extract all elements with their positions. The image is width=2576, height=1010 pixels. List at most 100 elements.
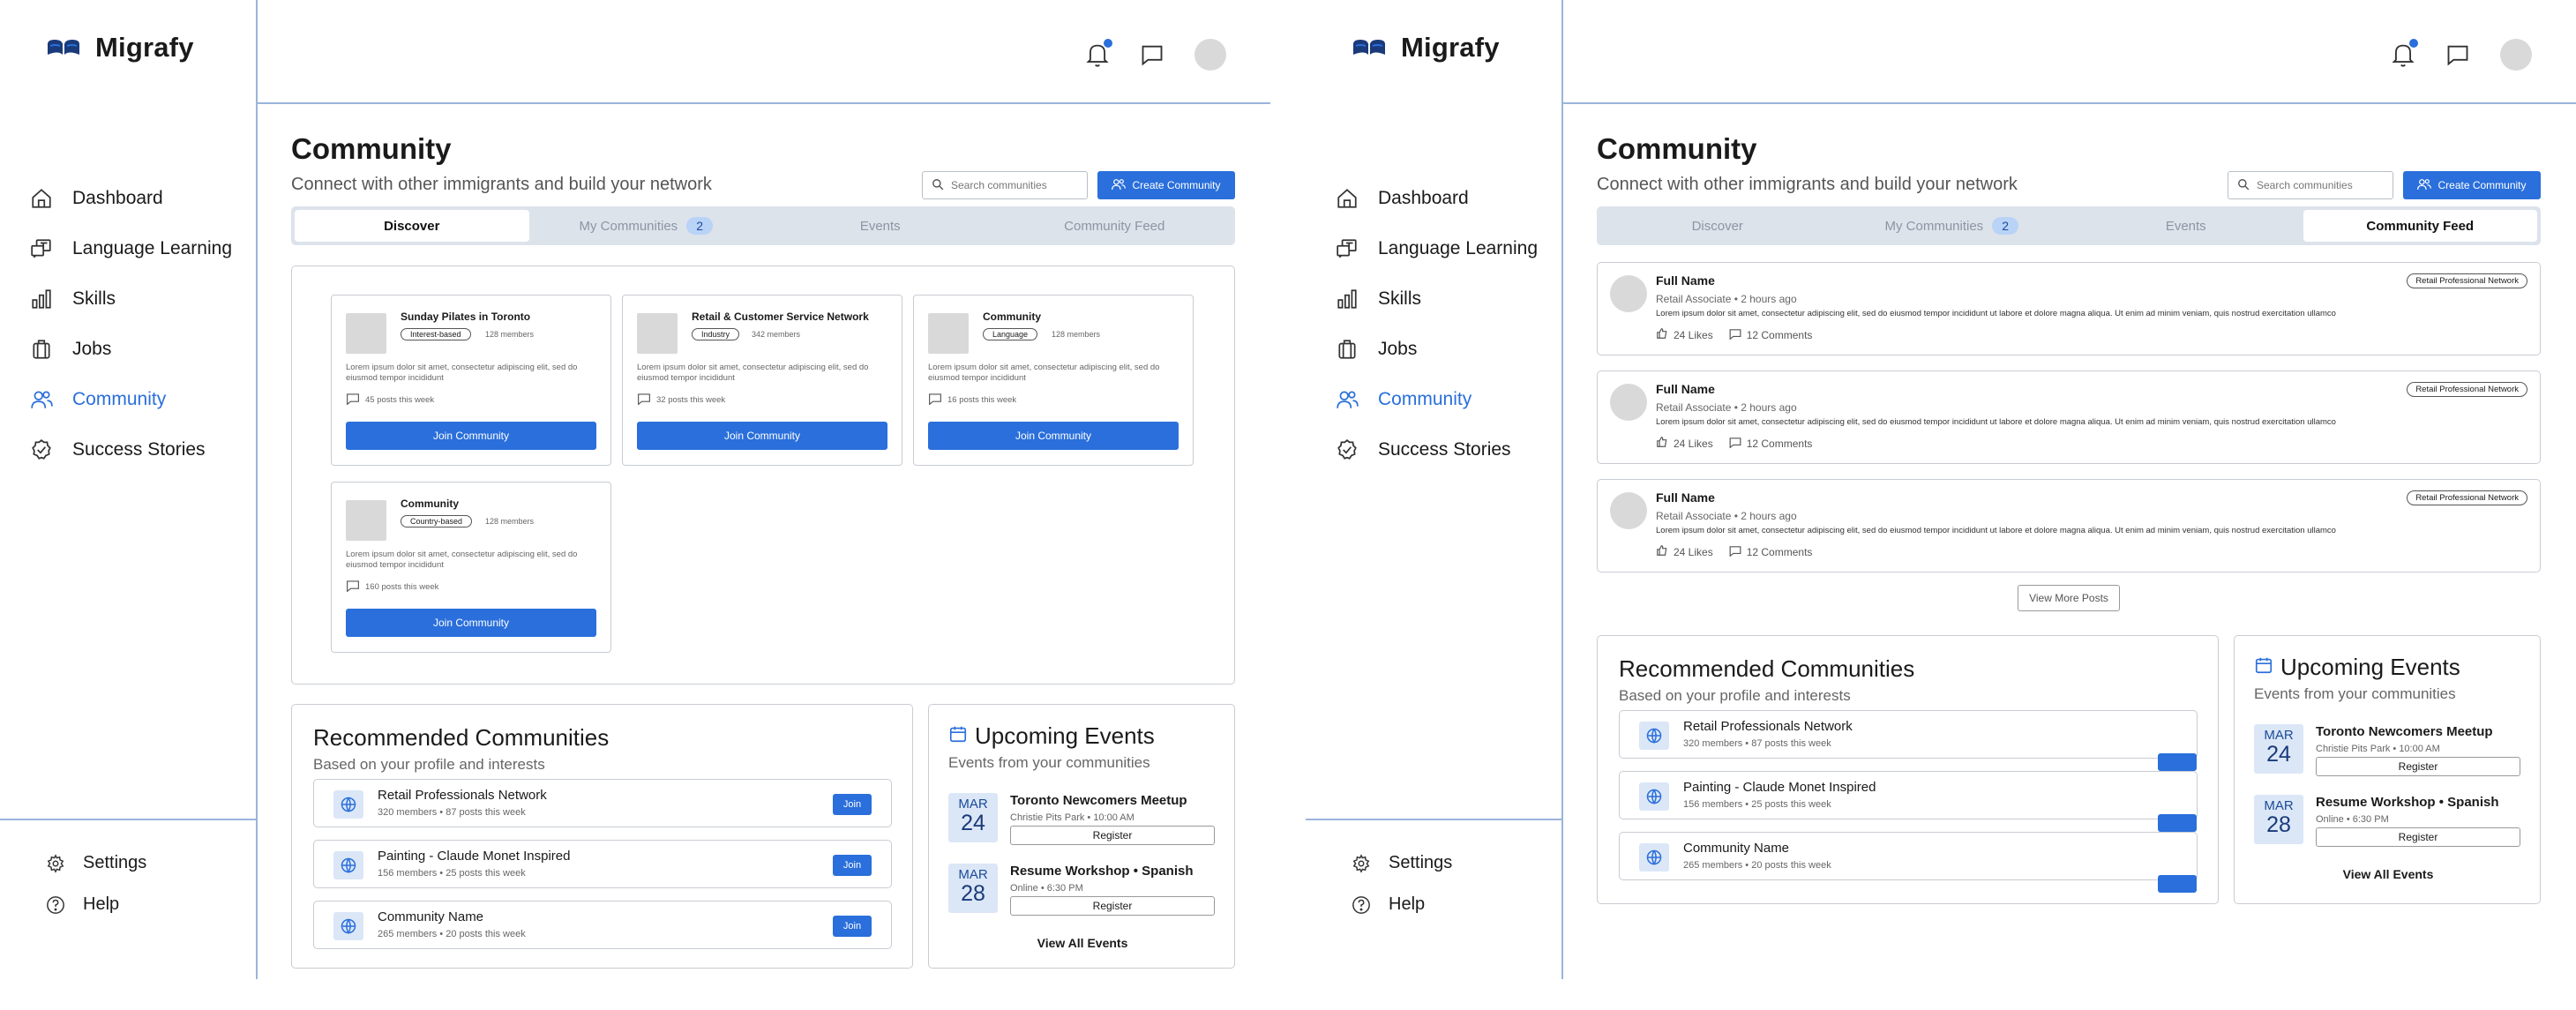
page-title: Community	[1597, 132, 1757, 165]
avatar[interactable]	[1610, 384, 1647, 421]
community-name: Retail & Customer Service Network	[692, 310, 869, 323]
posts-count: 32 posts this week	[656, 395, 726, 405]
list-item[interactable]: Painting - Claude Monet Inspired 156 mem…	[1619, 771, 2198, 832]
sidebar-item-community[interactable]: Community	[30, 374, 232, 424]
event-meta: Christie Pits Park • 10:00 AM	[1010, 812, 1134, 823]
join-button[interactable]	[2158, 814, 2197, 832]
join-button[interactable]	[2158, 753, 2197, 771]
event-item: MAR 28 Resume Workshop • Spanish Online •…	[948, 864, 1222, 927]
sidebar-item-success-stories[interactable]: Success Stories	[30, 424, 232, 475]
tab-events[interactable]: Events	[2069, 210, 2303, 242]
message-icon[interactable]	[1140, 42, 1164, 67]
list-item[interactable]: Painting - Claude Monet Inspired 156 mem…	[313, 840, 892, 888]
join-community-button[interactable]: Join Community	[346, 609, 596, 637]
register-button[interactable]: Register	[1010, 826, 1215, 845]
list-item[interactable]: Community Name 265 members • 20 posts th…	[313, 901, 892, 949]
community-tag[interactable]: Retail Professional Network	[2407, 490, 2527, 505]
sidebar-item-language-learning[interactable]: Language Learning	[1336, 223, 1538, 273]
comments-button[interactable]: 12 Comments	[1729, 436, 1812, 451]
post-author[interactable]: Full Name	[1656, 490, 1715, 505]
bell-icon[interactable]	[2391, 39, 2418, 68]
sidebar-item-skills[interactable]: Skills	[30, 273, 232, 324]
community-tag: Interest-based	[401, 328, 471, 340]
brand[interactable]: Migrafy	[46, 32, 194, 64]
sidebar-bottom-nav: Settings Help	[46, 842, 146, 925]
join-community-button[interactable]: Join Community	[928, 422, 1179, 450]
avatar[interactable]	[1610, 492, 1647, 529]
list-item[interactable]: Community Name 265 members • 20 posts th…	[1619, 832, 2198, 893]
create-community-button[interactable]: Create Community	[2403, 171, 2541, 199]
tab-community-feed[interactable]: Community Feed	[2303, 210, 2537, 242]
tab-discover[interactable]: Discover	[1600, 210, 1835, 242]
section-subtitle: Based on your profile and interests	[313, 756, 545, 773]
like-button[interactable]: 24 Likes	[1656, 436, 1713, 451]
community-tag[interactable]: Retail Professional Network	[2407, 382, 2527, 397]
avatar[interactable]	[2500, 39, 2532, 71]
screen-community-feed: Migrafy Dashboard Language Learning Skil…	[1306, 0, 2576, 984]
event-name: Resume Workshop • Spanish	[2316, 795, 2499, 810]
community-tag[interactable]: Retail Professional Network	[2407, 273, 2527, 288]
home-icon	[30, 187, 53, 210]
sidebar-item-settings[interactable]: Settings	[46, 842, 146, 884]
view-more-posts-button[interactable]: View More Posts	[2018, 585, 2120, 611]
view-all-events-link[interactable]: View All Events	[929, 936, 1236, 950]
message-icon[interactable]	[2445, 42, 2470, 67]
avatar[interactable]	[1610, 275, 1647, 312]
help-icon	[46, 895, 65, 915]
join-button[interactable]: Join	[833, 855, 872, 876]
sidebar-item-community[interactable]: Community	[1336, 374, 1538, 424]
community-tag: Industry	[692, 328, 740, 340]
feed-post: Full Name Retail Associate • 2 hours ago…	[1597, 370, 2541, 464]
sidebar-item-skills[interactable]: Skills	[1336, 273, 1538, 324]
sidebar-item-jobs[interactable]: Jobs	[30, 324, 232, 374]
tab-discover[interactable]: Discover	[295, 210, 529, 242]
avatar[interactable]	[1194, 39, 1226, 71]
comments-button[interactable]: 12 Comments	[1729, 327, 1812, 342]
join-button[interactable]: Join	[833, 794, 872, 815]
sidebar-item-dashboard[interactable]: Dashboard	[1336, 173, 1538, 223]
sidebar-item-dashboard[interactable]: Dashboard	[30, 173, 232, 223]
community-name: Community	[983, 310, 1041, 323]
logo-icon	[1352, 37, 1387, 58]
list-item[interactable]: Retail Professionals Network 320 members…	[313, 779, 892, 827]
tab-my-communities[interactable]: My Communities 2	[1835, 210, 2070, 242]
join-button[interactable]	[2158, 875, 2197, 893]
community-card[interactable]: Community Country-based 128 members Lore…	[331, 482, 611, 653]
search-input[interactable]: Search communities	[2228, 171, 2393, 199]
post-author[interactable]: Full Name	[1656, 273, 1715, 288]
sidebar-item-jobs[interactable]: Jobs	[1336, 324, 1538, 374]
brand[interactable]: Migrafy	[1352, 32, 1500, 64]
community-card[interactable]: Community Language 128 members Lorem ips…	[913, 295, 1194, 466]
sidebar-item-settings[interactable]: Settings	[1352, 842, 1452, 884]
sidebar-item-help[interactable]: Help	[46, 884, 146, 925]
sidebar-item-label: Success Stories	[1378, 438, 1511, 460]
view-all-events-link[interactable]: View All Events	[2235, 867, 2542, 881]
join-button[interactable]: Join	[833, 916, 872, 937]
register-button[interactable]: Register	[1010, 896, 1215, 916]
community-card[interactable]: Sunday Pilates in Toronto Interest-based…	[331, 295, 611, 466]
tab-my-communities[interactable]: My Communities 2	[529, 210, 764, 242]
community-posts: 160 posts this week	[346, 580, 438, 595]
join-community-button[interactable]: Join Community	[637, 422, 887, 450]
sidebar-item-success-stories[interactable]: Success Stories	[1336, 424, 1538, 475]
sidebar-item-help[interactable]: Help	[1352, 884, 1452, 925]
community-description: Lorem ipsum dolor sit amet, consectetur …	[346, 363, 578, 383]
sidebar-item-label: Help	[83, 894, 120, 914]
community-name: Community	[401, 498, 459, 510]
like-button[interactable]: 24 Likes	[1656, 327, 1713, 342]
register-button[interactable]: Register	[2316, 827, 2520, 847]
section-title: Upcoming Events	[948, 722, 1155, 750]
post-author[interactable]: Full Name	[1656, 382, 1715, 396]
register-button[interactable]: Register	[2316, 757, 2520, 776]
tab-events[interactable]: Events	[763, 210, 998, 242]
tab-community-feed[interactable]: Community Feed	[998, 210, 1232, 242]
like-button[interactable]: 24 Likes	[1656, 544, 1713, 559]
join-community-button[interactable]: Join Community	[346, 422, 596, 450]
search-input[interactable]: Search communities	[922, 171, 1088, 199]
community-card[interactable]: Retail & Customer Service Network Indust…	[622, 295, 902, 466]
create-community-button[interactable]: Create Community	[1097, 171, 1235, 199]
sidebar-item-language-learning[interactable]: Language Learning	[30, 223, 232, 273]
list-item[interactable]: Retail Professionals Network 320 members…	[1619, 710, 2198, 771]
comments-button[interactable]: 12 Comments	[1729, 544, 1812, 559]
bell-icon[interactable]	[1085, 39, 1112, 68]
